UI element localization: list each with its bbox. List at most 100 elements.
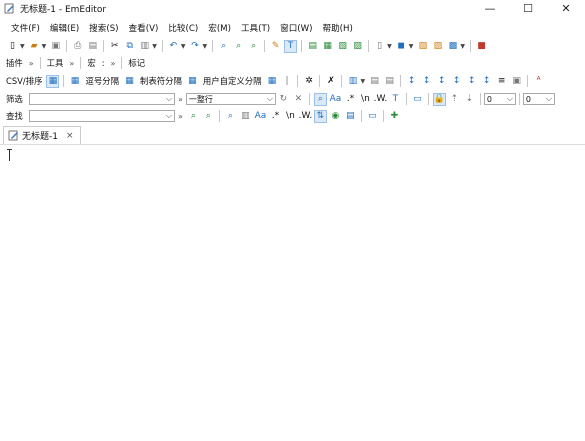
filter-toggle-icon[interactable]: T	[284, 39, 298, 53]
close-button[interactable]: ✕	[547, 0, 585, 16]
menu-edit[interactable]: 编辑(E)	[45, 22, 84, 34]
regex-icon[interactable]: .*	[344, 93, 357, 106]
print-icon[interactable]: ⎙	[71, 40, 84, 53]
csv-mode-icon[interactable]: ▦	[46, 74, 60, 88]
window-icon[interactable]: ◼	[395, 40, 408, 53]
column-dropdown-icon[interactable]: ▼	[360, 78, 365, 85]
user-defined-separated-button[interactable]: 用户自定义分隔	[200, 75, 265, 87]
escape-seq-icon[interactable]: \n	[359, 93, 372, 106]
menu-compare[interactable]: 比较(C)	[163, 22, 203, 34]
find-icon[interactable]: ⌕	[217, 40, 230, 53]
tools-icon[interactable]: ✗	[324, 75, 337, 88]
chevron-icon[interactable]: »	[29, 59, 34, 68]
menu-window[interactable]: 窗口(W)	[275, 22, 317, 34]
chevron-icon[interactable]: »	[69, 59, 74, 68]
sort-len-icon[interactable]: ↕	[465, 75, 478, 88]
sort-num-asc-icon[interactable]: ↕	[435, 75, 448, 88]
find-prev-icon[interactable]: ⌕	[247, 40, 260, 53]
plugins-label[interactable]: 插件	[3, 57, 26, 69]
chevron-down-icon[interactable]: ⌵	[166, 111, 172, 121]
add-icon[interactable]: ✚	[388, 110, 401, 123]
gear-icon[interactable]: ✲	[302, 75, 315, 88]
sort-num-desc-icon[interactable]: ↕	[450, 75, 463, 88]
escape-seq-icon[interactable]: \n	[284, 110, 297, 123]
menu-tools[interactable]: 工具(T)	[236, 22, 275, 34]
filter-plus-icon[interactable]: ⇡	[448, 93, 461, 106]
menu-file[interactable]: 文件(F)	[6, 22, 45, 34]
layout-3-icon[interactable]: ▧	[336, 40, 349, 53]
user-delim-icon[interactable]: ▦	[186, 75, 199, 88]
column-b-icon[interactable]: ▤	[383, 75, 396, 88]
find-next-icon[interactable]: ⌕	[232, 40, 245, 53]
find-input[interactable]: ⌵	[29, 110, 175, 122]
tab-untitled-1[interactable]: 无标题-1 ×	[3, 126, 81, 144]
filter-minus-icon[interactable]: ⇣	[463, 93, 476, 106]
filter-mode-select[interactable]: 一整行 ⌵	[185, 93, 276, 105]
layout-1-icon[interactable]: ▤	[306, 40, 319, 53]
mark-label[interactable]: 标记	[125, 57, 148, 69]
comma-icon[interactable]: ▦	[68, 75, 81, 88]
copy-icon[interactable]: ⧉	[123, 40, 136, 53]
column-view-icon[interactable]: ▥	[346, 75, 359, 88]
clear-icon[interactable]: ✕	[292, 93, 305, 106]
macros-label[interactable]: 宏	[84, 57, 98, 69]
spellcheck-icon[interactable]: ᴬ	[532, 75, 545, 88]
tab-icon[interactable]: ▦	[123, 75, 136, 88]
match-case-icon[interactable]: Aa	[329, 93, 342, 106]
whole-word-icon[interactable]: .W.	[299, 110, 313, 123]
comma-separated-button[interactable]: 逗号分隔	[82, 75, 122, 87]
find-prev-icon[interactable]: ⌕	[202, 110, 215, 123]
stop-icon[interactable]: ■	[475, 40, 488, 53]
csv-sort-label[interactable]: CSV/排序	[3, 75, 45, 87]
chevron-down-icon[interactable]: ⌵	[546, 94, 552, 104]
maximize-button[interactable]: ☐	[509, 0, 547, 16]
layout-2-icon[interactable]: ▦	[321, 40, 334, 53]
context-before-select[interactable]: 0 ⌵	[483, 93, 516, 105]
layout-4-icon[interactable]: ▨	[351, 40, 364, 53]
undo-dropdown-icon[interactable]: ▼	[181, 43, 186, 50]
save-icon[interactable]: ▣	[49, 40, 62, 53]
undo-icon[interactable]: ↶	[167, 40, 180, 53]
sort-az-icon[interactable]: ↕	[405, 75, 418, 88]
find-in-files-icon[interactable]: ▥	[239, 110, 252, 123]
filter-search-icon[interactable]: ⌕	[313, 92, 327, 106]
menu-help[interactable]: 帮助(H)	[317, 22, 357, 34]
print-preview-icon[interactable]: ▤	[86, 40, 99, 53]
regex-icon[interactable]: .*	[269, 110, 282, 123]
sort-rev-icon[interactable]: ↕	[480, 75, 493, 88]
highlight-icon[interactable]: ✎	[269, 40, 282, 53]
new-dropdown-icon[interactable]: ▼	[20, 43, 25, 50]
chevron-icon[interactable]: »	[178, 112, 183, 121]
document-dropdown-icon[interactable]: ▼	[387, 43, 392, 50]
column-marker-icon[interactable]: |	[280, 75, 293, 88]
config-icon[interactable]: ▩	[446, 40, 459, 53]
tab-separated-button[interactable]: 制表符分隔	[137, 75, 185, 87]
tab-close-icon[interactable]: ×	[66, 131, 74, 141]
open-dropdown-icon[interactable]: ▼	[42, 43, 47, 50]
csv-extra-icon[interactable]: ▦	[265, 75, 278, 88]
column-a-icon[interactable]: ▤	[368, 75, 381, 88]
whole-word-icon[interactable]: .W.	[374, 93, 388, 106]
chevron-down-icon[interactable]: ⌵	[166, 94, 172, 104]
config-dropdown-icon[interactable]: ▼	[460, 43, 465, 50]
wrap-icon[interactable]: ⇅	[313, 109, 327, 123]
paste-icon[interactable]: ▥	[138, 40, 151, 53]
find-next-icon[interactable]: ⌕	[187, 110, 200, 123]
chevron-icon[interactable]: »	[111, 59, 116, 68]
sort-lines-icon[interactable]: ≡	[495, 75, 508, 88]
paste-dropdown-icon[interactable]: ▼	[152, 43, 157, 50]
window-dropdown-icon[interactable]: ▼	[409, 43, 414, 50]
filter-input[interactable]: ⌵	[29, 93, 175, 105]
filter-view-icon[interactable]: ▭	[411, 93, 424, 106]
chevron-down-icon[interactable]: ⌵	[267, 94, 273, 104]
lock-icon[interactable]: 🔒	[432, 92, 446, 106]
menu-macros[interactable]: 宏(M)	[203, 22, 236, 34]
dedupe-icon[interactable]: ▣	[510, 75, 523, 88]
document-icon[interactable]: ▯	[373, 40, 386, 53]
refresh-icon[interactable]: ↻	[277, 93, 290, 106]
bookmark-icon[interactable]: ▤	[344, 110, 357, 123]
menu-view[interactable]: 查看(V)	[124, 22, 164, 34]
cut-icon[interactable]: ✂	[108, 40, 121, 53]
minimize-button[interactable]: —	[471, 0, 509, 16]
chevron-icon[interactable]: »	[178, 95, 183, 104]
